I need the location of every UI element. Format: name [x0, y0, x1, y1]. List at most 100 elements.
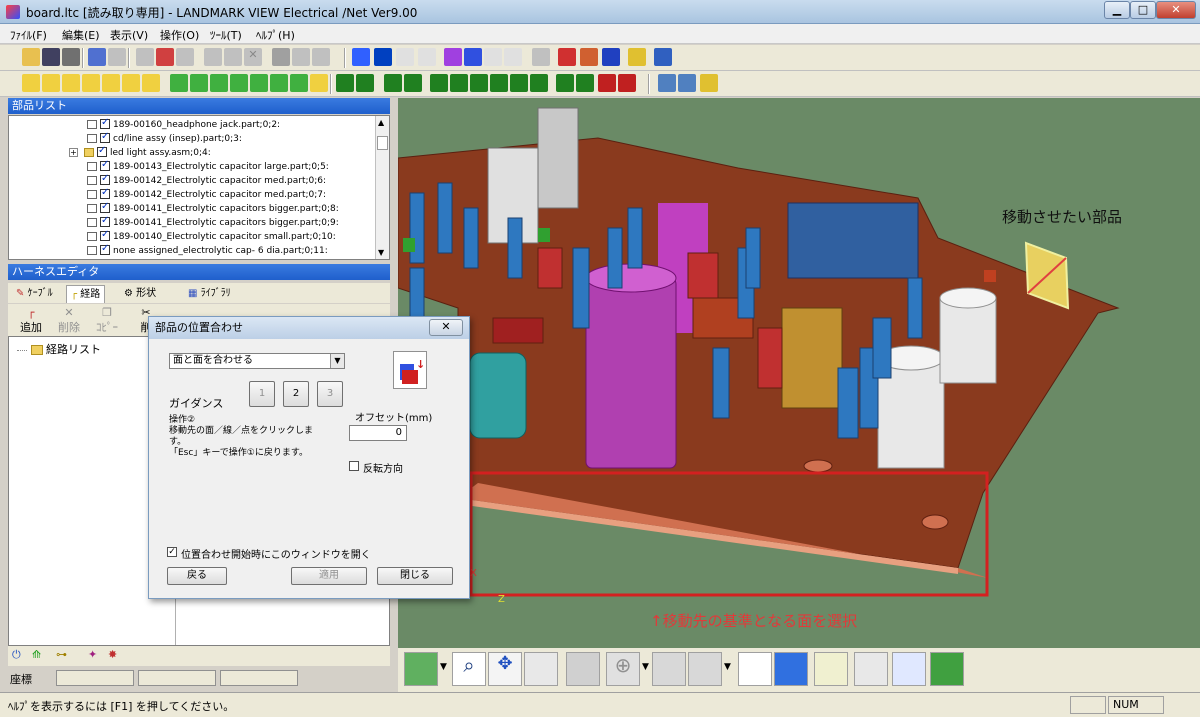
cube-yellow-7-icon[interactable] [142, 74, 160, 92]
back-button[interactable]: 戻る [167, 567, 227, 585]
tab-route[interactable]: ┌ 経路 [66, 285, 106, 303]
expand-icon[interactable]: + [69, 148, 78, 157]
checkbox[interactable] [100, 228, 110, 242]
cube-green-2-icon[interactable] [190, 74, 208, 92]
tool-b-icon[interactable]: ✸ [108, 648, 117, 661]
cube-yellow-3-icon[interactable] [62, 74, 80, 92]
auto-icon[interactable] [558, 48, 576, 66]
tool-4-icon[interactable] [404, 74, 422, 92]
checkbox[interactable] [100, 186, 110, 200]
page-icon[interactable] [292, 48, 310, 66]
3d-viewport[interactable]: 移動させたい部品 ↑移動先の基準となる面を選択 X Z [398, 98, 1200, 648]
cube-wire-icon[interactable] [396, 48, 414, 66]
open-icon[interactable] [22, 48, 40, 66]
cube-green-7-icon[interactable] [290, 74, 308, 92]
sheet-icon[interactable] [854, 652, 888, 686]
step-3-button[interactable]: 3 [317, 381, 343, 407]
cube-shade-icon[interactable] [352, 48, 370, 66]
align-mode-select[interactable]: 面と面を合わせる ▼ [169, 353, 345, 369]
close-button[interactable]: 閉じる [377, 567, 453, 585]
tool-10-icon[interactable] [530, 74, 548, 92]
list-item[interactable]: 189-00141_Electrolytic capacitors bigger… [87, 214, 339, 230]
list-item[interactable]: cd/line assy (insep).part;0;3: [87, 130, 242, 146]
minimize-button[interactable]: ▁ [1104, 1, 1130, 19]
cube-green-1-icon[interactable] [170, 74, 188, 92]
delete-icon[interactable]: ✕ [244, 48, 262, 66]
apply-button[interactable]: 適用 [291, 567, 367, 585]
tool-8-icon[interactable] [490, 74, 508, 92]
branch-icon[interactable]: ⊶ [56, 648, 67, 661]
tool-1-icon[interactable] [336, 74, 354, 92]
back-icon[interactable] [532, 48, 550, 66]
offset-input[interactable]: 0 [349, 425, 407, 441]
target-icon[interactable]: ⊕ [606, 652, 640, 686]
tree-root[interactable]: 経路リスト [17, 341, 101, 357]
menu-help[interactable]: ﾍﾙﾌﾟ(H) [256, 27, 295, 43]
list-item[interactable]: 189-00143_Electrolytic capacitor large.p… [87, 158, 329, 174]
pcb-model-render[interactable] [398, 98, 1200, 648]
camera-icon[interactable] [272, 48, 290, 66]
delete-button[interactable]: ✕ 削除 [52, 306, 86, 335]
align-parts-dialog[interactable]: 部品の位置合わせ ✕ 面と面を合わせる ▼ ↓ ガイダンス 1 2 3 操作② … [148, 316, 470, 599]
tool-12-icon[interactable] [576, 74, 594, 92]
menu-operation[interactable]: 操作(O) [160, 27, 199, 43]
parts-list[interactable]: 189-00160_headphone jack.part;0;2: cd/li… [8, 115, 390, 260]
tool-7-icon[interactable] [470, 74, 488, 92]
cube-yellow-8-icon[interactable] [310, 74, 328, 92]
menu-tools[interactable]: ﾂｰﾙ(T) [210, 27, 242, 43]
tool-9-icon[interactable] [510, 74, 528, 92]
checkbox[interactable] [100, 214, 110, 228]
cube-green-4-icon[interactable] [230, 74, 248, 92]
cube-yellow-2-icon[interactable] [42, 74, 60, 92]
add-button[interactable]: ┌ 追加 [14, 306, 48, 335]
fit-icon[interactable] [774, 652, 808, 686]
scroll-up-icon[interactable]: ▲ [378, 118, 384, 127]
tree-view-icon[interactable] [892, 652, 926, 686]
zoom-window-icon[interactable] [738, 652, 772, 686]
cut-icon[interactable] [156, 48, 174, 66]
checkbox[interactable] [100, 200, 110, 214]
tab-library[interactable]: ▦ ﾗｲﾌﾞﾗﾘ [184, 285, 235, 303]
menu-view[interactable]: 表示(V) [110, 27, 148, 43]
list-item[interactable]: 189-00140_Electrolytic capacitor small.p… [87, 228, 336, 244]
layout-icon[interactable] [658, 74, 676, 92]
list-item[interactable]: 189-00142_Electrolytic capacitor med.par… [87, 186, 326, 202]
spin-icon[interactable] [566, 652, 600, 686]
highlight-icon[interactable] [700, 74, 718, 92]
list-item[interactable]: 189-00141_Electrolytic capacitors bigger… [87, 200, 339, 216]
menu-file[interactable]: ﾌｧｲﾙ(F) [10, 27, 47, 43]
cube-color-icon[interactable] [444, 48, 462, 66]
align-icon[interactable] [930, 652, 964, 686]
window-icon[interactable] [654, 48, 672, 66]
tool-2-icon[interactable] [356, 74, 374, 92]
tool-11-icon[interactable] [556, 74, 574, 92]
cube-green-3-icon[interactable] [210, 74, 228, 92]
step-2-button[interactable]: 2 [283, 381, 309, 407]
cube-yellow-1-icon[interactable] [22, 74, 40, 92]
point-icon[interactable] [524, 652, 558, 686]
checkbox[interactable] [100, 172, 110, 186]
print-icon[interactable] [62, 48, 80, 66]
menu-edit[interactable]: 編集(E) [62, 27, 100, 43]
cube-green-6-icon[interactable] [270, 74, 288, 92]
cube-hidden-icon[interactable] [418, 48, 436, 66]
tool-14-icon[interactable] [618, 74, 636, 92]
home-icon[interactable] [814, 652, 848, 686]
cube-view-icon[interactable] [484, 48, 502, 66]
rotate-view-icon[interactable] [404, 652, 438, 686]
list-item[interactable]: 189-00142_Electrolytic capacitor med.par… [87, 172, 326, 188]
checkbox[interactable] [97, 144, 107, 158]
page2-icon[interactable] [312, 48, 330, 66]
cube-view2-icon[interactable] [504, 48, 522, 66]
dropdown-arrow-2-icon[interactable]: ▼ [642, 662, 649, 672]
layout2-icon[interactable] [678, 74, 696, 92]
cube-yellow-6-icon[interactable] [122, 74, 140, 92]
checkbox[interactable] [100, 158, 110, 172]
parts-scrollbar[interactable]: ▲ ▼ [375, 116, 389, 259]
dialog-close-icon[interactable]: ✕ [429, 319, 463, 336]
checkbox[interactable] [100, 116, 110, 130]
scroll-thumb[interactable] [377, 136, 388, 150]
undo-icon[interactable] [88, 48, 106, 66]
cube-solid-icon[interactable] [374, 48, 392, 66]
tab-shape[interactable]: ⚙ 形状 [120, 285, 160, 303]
